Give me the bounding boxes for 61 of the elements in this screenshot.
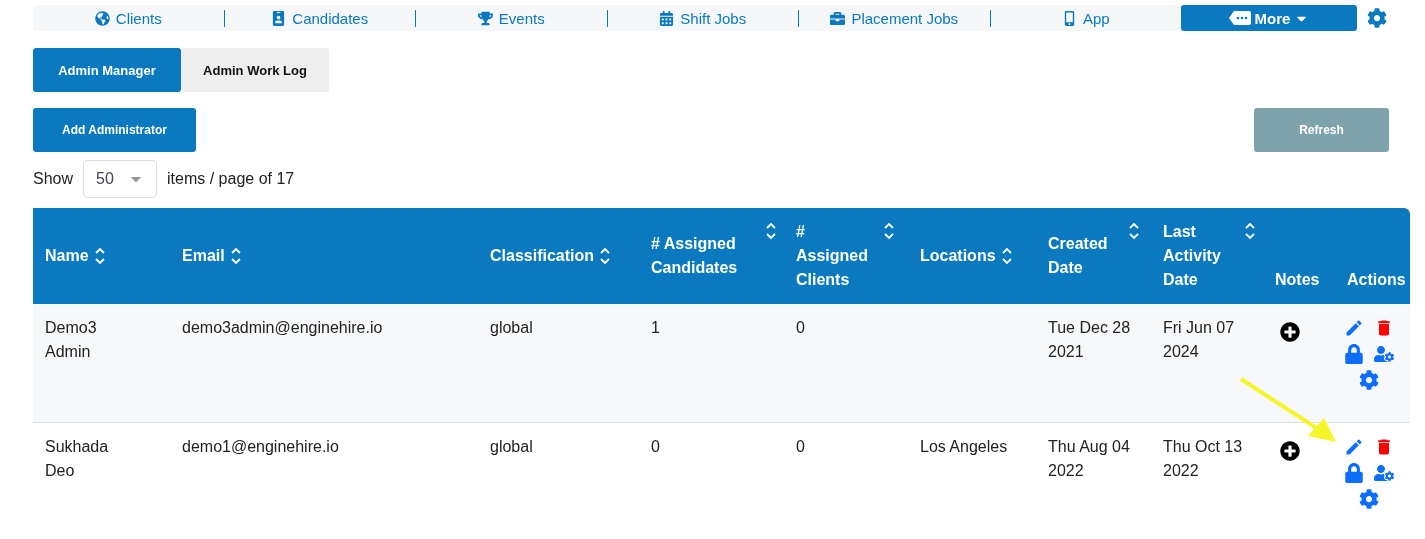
- nav-link[interactable]: Placement Jobs: [798, 9, 990, 27]
- settings-icon[interactable]: [1358, 489, 1379, 509]
- show-label: Show: [33, 170, 74, 188]
- tab[interactable]: Admin Manager: [33, 48, 181, 92]
- page-info-text: items / page of 17: [167, 170, 295, 188]
- refresh-button[interactable]: Refresh: [1254, 108, 1389, 152]
- column-header[interactable]: Last Activity Date: [1151, 208, 1263, 304]
- table-cell: Fri Jun 07 2024: [1151, 304, 1263, 423]
- add-administrator-button[interactable]: Add Administrator: [33, 108, 196, 152]
- table-cell: demo3admin@enginehire.io: [170, 304, 478, 423]
- column-header[interactable]: Email: [170, 208, 478, 304]
- column-header[interactable]: Classification: [478, 208, 639, 304]
- column-label: # Assigned Candidates: [651, 234, 739, 278]
- id-badge-icon: [271, 10, 287, 26]
- nav-link[interactable]: Shift Jobs: [606, 9, 798, 27]
- globe-icon: [94, 10, 110, 26]
- column-label: Classification: [490, 246, 595, 266]
- sort-icon[interactable]: [1001, 247, 1012, 265]
- user-settings-icon[interactable]: [1373, 344, 1394, 364]
- add-note-icon[interactable]: [1280, 441, 1300, 461]
- column-header[interactable]: # Assigned Clients: [784, 208, 908, 304]
- column-label: Actions: [1347, 270, 1406, 290]
- column-label: Email: [182, 246, 225, 266]
- tag-icon: [1228, 11, 1251, 25]
- lock-icon[interactable]: [1343, 463, 1364, 483]
- column-label: Created Date: [1048, 234, 1109, 278]
- column-label: Locations: [920, 246, 996, 266]
- nav-link[interactable]: Events: [415, 9, 607, 27]
- page-size-select[interactable]: 50: [83, 160, 158, 198]
- table-cell: 1: [639, 304, 784, 423]
- column-header[interactable]: Created Date: [1036, 208, 1151, 304]
- sort-icon[interactable]: [230, 247, 241, 265]
- nav-link[interactable]: Clients: [33, 9, 224, 27]
- column-header[interactable]: # Assigned Candidates: [639, 208, 784, 304]
- calendar-icon: [659, 10, 675, 26]
- column-label: Last Activity Date: [1163, 222, 1222, 290]
- table-cell: Tue Dec 28 2021: [1036, 304, 1151, 423]
- settings-icon[interactable]: [1358, 370, 1379, 390]
- column-label: # Assigned Clients: [796, 222, 869, 290]
- tab[interactable]: Admin Work Log: [181, 48, 329, 92]
- trophy-icon: [477, 10, 493, 26]
- sort-icon[interactable]: [1245, 222, 1255, 240]
- column-header[interactable]: Name: [33, 208, 170, 304]
- column-label: Notes: [1275, 270, 1320, 290]
- column-header[interactable]: Locations: [908, 208, 1036, 304]
- table-cell: Demo3 Admin: [33, 304, 170, 423]
- sort-icon[interactable]: [1129, 222, 1139, 240]
- user-settings-icon[interactable]: [1373, 463, 1394, 483]
- table-cell: global: [478, 304, 639, 423]
- sort-icon[interactable]: [884, 222, 894, 240]
- sort-icon[interactable]: [600, 247, 611, 265]
- table-cell: 0: [784, 304, 908, 423]
- nav-link[interactable]: Candidates: [223, 9, 415, 27]
- column-label: Name: [45, 246, 89, 266]
- lock-icon[interactable]: [1343, 344, 1364, 364]
- briefcase-icon: [830, 10, 846, 26]
- sort-icon[interactable]: [766, 222, 776, 240]
- settings-icon[interactable]: [1367, 8, 1387, 28]
- more-button[interactable]: More: [1181, 5, 1357, 31]
- add-note-icon[interactable]: [1280, 322, 1300, 342]
- sort-icon[interactable]: [94, 247, 105, 265]
